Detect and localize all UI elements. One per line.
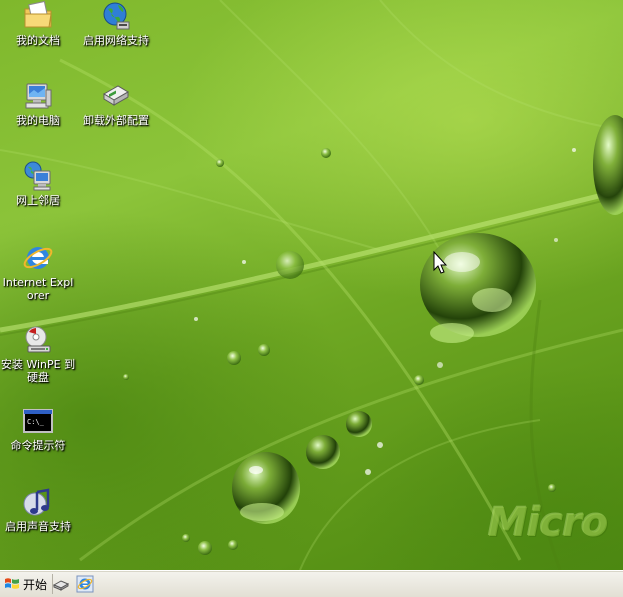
show-desktop-icon[interactable] <box>52 575 70 593</box>
network-neighborhood-icon <box>24 161 51 191</box>
desktop-icon-internet-explorer[interactable]: Internet Explorer <box>0 242 76 302</box>
install-disc-icon <box>25 326 51 353</box>
desktop-icon-my-documents[interactable]: 我的文档 <box>0 0 76 47</box>
start-button[interactable]: 开始 <box>2 574 54 594</box>
icon-label: 网上邻居 <box>16 194 60 207</box>
icon-label: 命令提示符 <box>10 439 66 452</box>
start-label: 开始 <box>23 577 48 592</box>
desktop-icon-command-prompt[interactable]: C:\_ 命令提示符 <box>0 405 76 452</box>
taskbar: 开始 <box>0 570 623 597</box>
icon-label: 我的文档 <box>16 34 60 47</box>
icon-label: 安装 WinPE 到硬盘 <box>0 358 76 384</box>
icon-label: Internet Explorer <box>2 276 74 302</box>
desktop-icon-my-computer[interactable]: 我的电脑 <box>0 80 76 127</box>
desktop-screen: Micro 我的文档 启用网络支持 我的电脑 卸载外部配置 网上邻居 Inter… <box>0 0 623 597</box>
icon-label: 启用网络支持 <box>83 34 149 47</box>
icon-label: 卸载外部配置 <box>83 114 149 127</box>
quick-launch-bar <box>52 574 94 594</box>
desktop-icon-install-winpe[interactable]: 安装 WinPE 到硬盘 <box>0 324 76 384</box>
external-config-drive-icon <box>103 85 129 106</box>
my-documents-folder-icon <box>24 0 52 28</box>
sound-music-note-icon <box>23 488 50 516</box>
network-globe-icon <box>103 2 130 30</box>
svg-text:C:\_: C:\_ <box>27 418 45 426</box>
wallpaper-watermark: Micro <box>488 500 608 546</box>
desktop-icon-enable-network[interactable]: 启用网络支持 <box>78 0 154 47</box>
my-computer-icon <box>25 83 52 109</box>
windows-logo-icon <box>5 578 19 589</box>
icon-label: 启用声音支持 <box>5 520 71 533</box>
desktop-icon-enable-sound[interactable]: 启用声音支持 <box>0 486 76 533</box>
internet-explorer-icon[interactable] <box>76 575 94 593</box>
command-prompt-icon: C:\_ <box>23 409 53 433</box>
internet-explorer-icon <box>23 247 53 269</box>
desktop-icon-network-neighborhood[interactable]: 网上邻居 <box>0 160 76 207</box>
desktop-icon-unload-external-config[interactable]: 卸载外部配置 <box>78 80 154 127</box>
icon-label: 我的电脑 <box>16 114 60 127</box>
